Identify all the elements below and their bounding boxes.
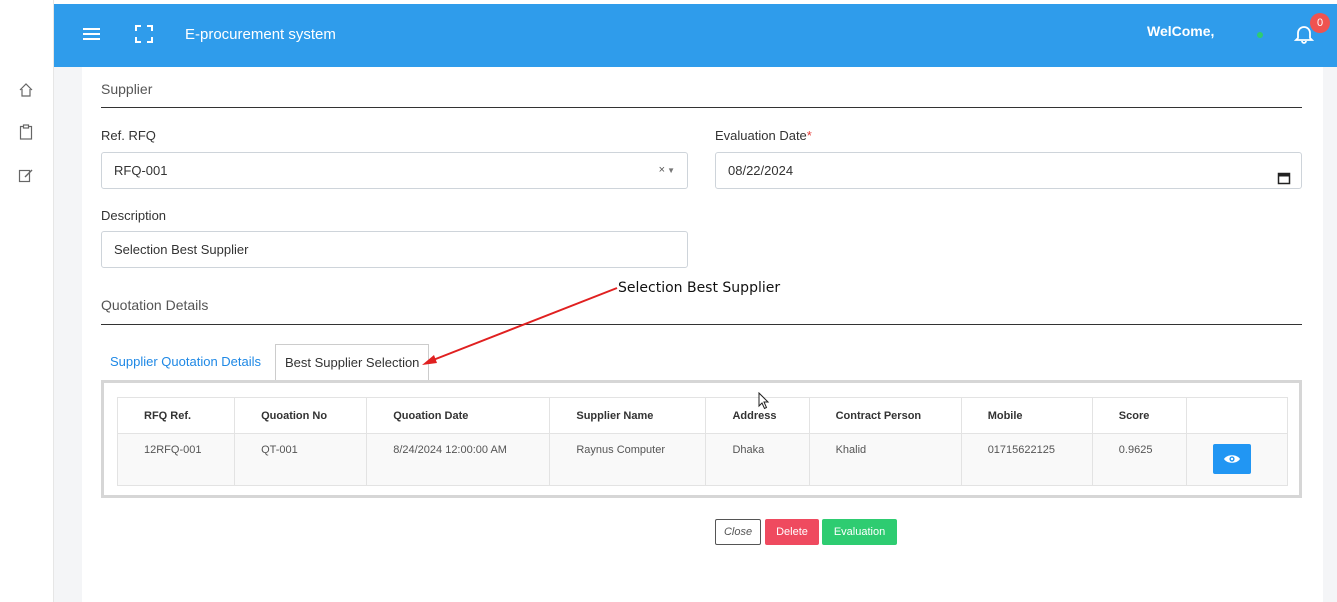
annotation-label: Selection Best Supplier <box>618 280 781 296</box>
evaluation-date-value: 08/22/2024 <box>728 163 794 178</box>
ref-rfq-label: Ref. RFQ <box>101 128 156 143</box>
eye-icon <box>1223 455 1240 463</box>
column-header: Mobile <box>960 397 1093 434</box>
description-label: Description <box>101 208 167 223</box>
app-title: E-procurement system <box>185 26 336 43</box>
hamburger-menu-icon[interactable] <box>82 26 102 47</box>
column-header: Score <box>1091 397 1187 434</box>
table-cell: Dhaka <box>705 433 810 486</box>
clear-select-icon[interactable]: × <box>659 153 665 188</box>
required-marker: * <box>806 128 812 143</box>
table-cell: 0.9625 <box>1091 433 1187 486</box>
delete-button[interactable]: Delete <box>765 519 819 545</box>
view-button[interactable] <box>1212 444 1251 474</box>
table-cell: Khalid <box>808 433 962 486</box>
evaluation-date-label-text: Evaluation Date <box>715 128 807 143</box>
evaluation-button[interactable]: Evaluation <box>822 519 897 545</box>
chevron-down-icon[interactable]: ▼ <box>667 153 675 188</box>
tab-best-supplier-selection[interactable]: Best Supplier Selection <box>275 344 430 381</box>
table-header-row: RFQ Ref. Quoation No Quoation Date Suppl… <box>116 397 1289 434</box>
edit-icon[interactable] <box>16 165 36 185</box>
column-header: Contract Person <box>808 397 962 434</box>
clipboard-icon[interactable] <box>16 122 36 142</box>
tab-supplier-quotation-details[interactable]: Supplier Quotation Details <box>101 344 270 381</box>
ref-rfq-select[interactable]: RFQ-001 × ▼ <box>101 152 688 189</box>
evaluation-date-input[interactable]: 08/22/2024 <box>715 152 1302 189</box>
evaluation-date-label: Evaluation Date* <box>715 128 812 143</box>
column-header: Quoation No <box>234 397 368 434</box>
table-cell: 8/24/2024 12:00:00 AM <box>366 433 551 486</box>
table-cell: Raynus Computer <box>549 433 707 486</box>
best-supplier-table: RFQ Ref. Quoation No Quoation Date Suppl… <box>116 397 1289 486</box>
sidebar <box>0 0 54 602</box>
table-cell: 01715622125 <box>960 433 1093 486</box>
calendar-icon[interactable] <box>1277 163 1291 198</box>
description-value: Selection Best Supplier <box>114 242 249 257</box>
column-header <box>1185 397 1289 434</box>
table-cell: 12RFQ-001 <box>116 433 236 486</box>
online-status-dot <box>1257 32 1263 38</box>
close-button[interactable]: Close <box>715 519 761 545</box>
divider <box>101 107 1302 108</box>
column-header: Quoation Date <box>366 397 551 434</box>
form-card <box>82 67 1323 602</box>
table-container: RFQ Ref. Quoation No Quoation Date Suppl… <box>101 380 1302 498</box>
notification-badge: 0 <box>1310 13 1330 33</box>
table-row: 12RFQ-001 QT-001 8/24/2024 12:00:00 AM R… <box>116 433 1289 486</box>
description-input[interactable]: Selection Best Supplier <box>101 231 688 268</box>
welcome-text: WelCome, <box>1147 23 1215 39</box>
supplier-section-title: Supplier <box>101 81 153 97</box>
action-cell <box>1185 433 1289 486</box>
home-icon[interactable] <box>16 80 36 100</box>
table-cell: QT-001 <box>234 433 368 486</box>
column-header: Supplier Name <box>549 397 707 434</box>
top-header: E-procurement system WelCome, 0 <box>54 4 1337 67</box>
ref-rfq-value: RFQ-001 <box>114 163 168 178</box>
quotation-section-title: Quotation Details <box>101 297 209 313</box>
divider <box>101 324 1302 325</box>
mouse-cursor-icon <box>758 391 770 415</box>
column-header: RFQ Ref. <box>116 397 236 434</box>
fullscreen-icon[interactable] <box>135 25 153 48</box>
